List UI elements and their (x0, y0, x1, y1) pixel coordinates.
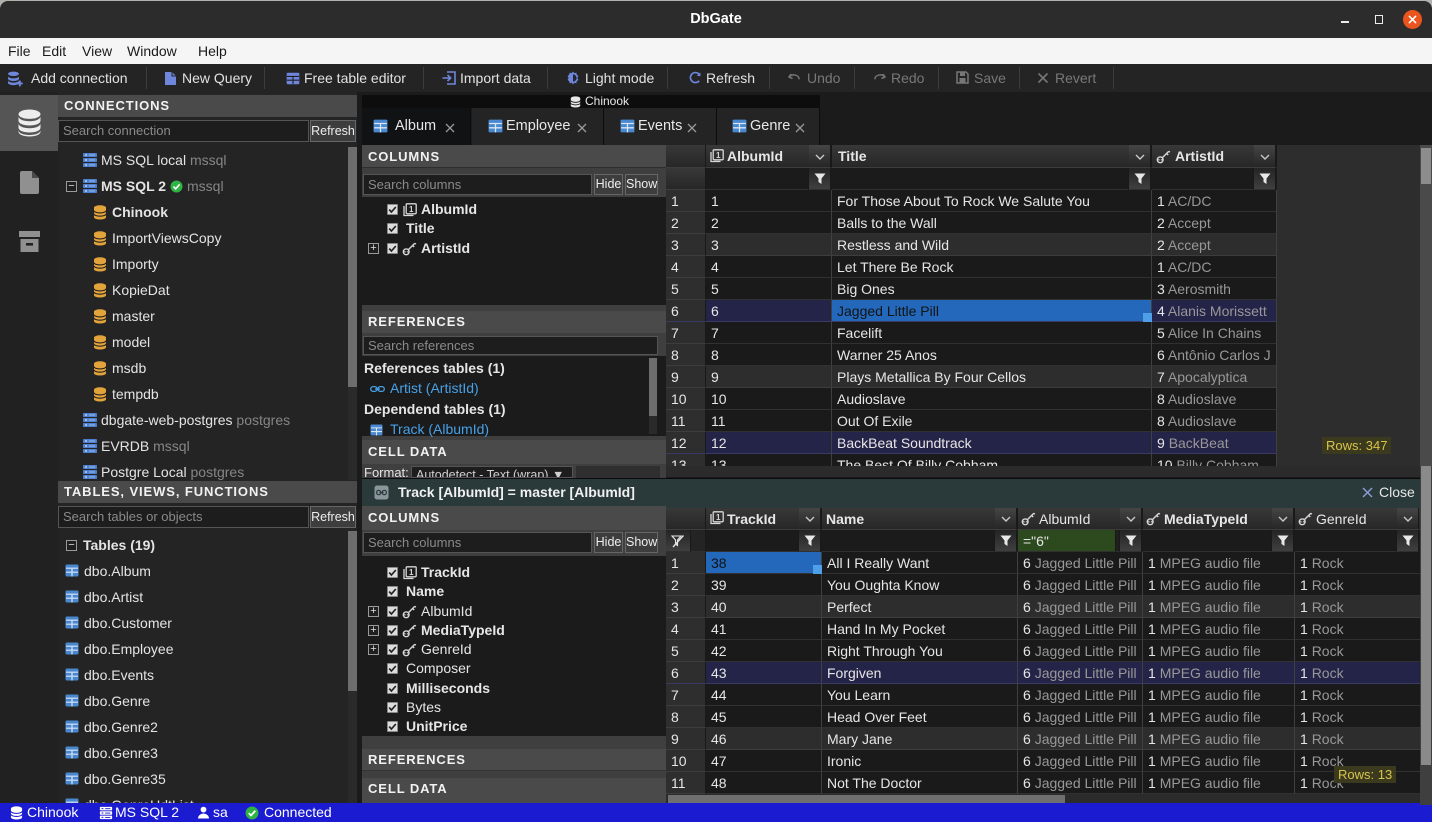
svg-text:1: 1 (409, 568, 414, 577)
svg-text:1: 1 (409, 205, 414, 214)
svg-text:1: 1 (716, 151, 721, 160)
svg-text:1: 1 (716, 513, 721, 522)
